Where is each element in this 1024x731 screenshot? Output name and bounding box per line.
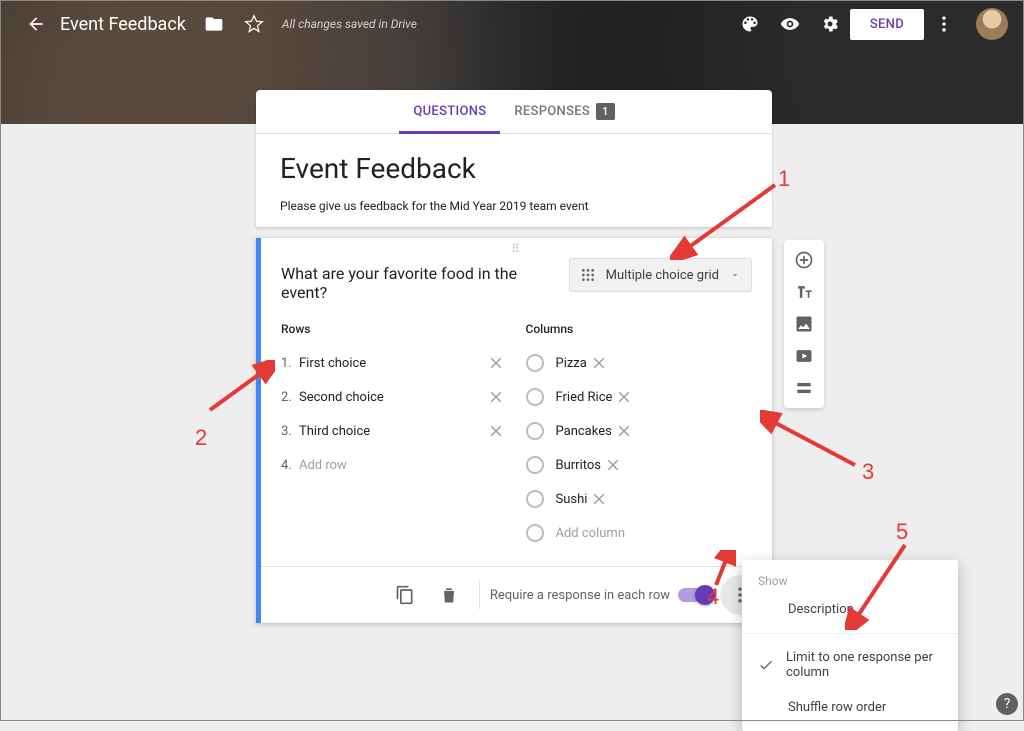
menu-item-shuffle[interactable]: Shuffle row order	[742, 690, 958, 725]
radio-icon	[526, 490, 544, 508]
folder-icon[interactable]	[194, 4, 234, 44]
responses-count-badge: 1	[596, 103, 615, 120]
save-status: All changes saved in Drive	[282, 17, 417, 31]
column-item[interactable]: Burritos	[526, 448, 753, 482]
toolbar: Event Feedback All changes saved in Driv…	[0, 0, 1024, 48]
radio-icon	[526, 388, 544, 406]
question-text-input[interactable]: What are your favorite food in the event…	[281, 258, 555, 308]
add-title-button[interactable]	[786, 276, 822, 308]
form-title[interactable]: Event Feedback	[280, 152, 748, 185]
add-row[interactable]: 4. Add row	[281, 448, 508, 482]
annotation-number-4: 4	[707, 584, 719, 610]
remove-column-icon[interactable]	[587, 487, 611, 511]
column-item[interactable]: Fried Rice	[526, 380, 753, 414]
check-icon	[758, 657, 774, 673]
menu-group-label: Show	[742, 568, 958, 592]
add-video-button[interactable]	[786, 340, 822, 372]
star-icon[interactable]	[234, 4, 274, 44]
question-type-dropdown[interactable]: Multiple choice grid	[569, 258, 752, 292]
annotation-number-2: 2	[195, 425, 207, 451]
radio-icon	[526, 456, 544, 474]
app-title: Event Feedback	[60, 14, 186, 35]
remove-column-icon[interactable]	[612, 419, 636, 443]
annotation-arrow-3	[760, 410, 860, 470]
annotation-number-5: 5	[896, 519, 908, 545]
tab-responses-label: RESPONSES	[514, 104, 590, 119]
form-description[interactable]: Please give us feedback for the Mid Year…	[280, 199, 748, 213]
tabs: QUESTIONS RESPONSES 1	[256, 90, 772, 134]
duplicate-button[interactable]	[385, 575, 425, 615]
help-button[interactable]: ?	[996, 693, 1018, 715]
row-label[interactable]: First choice	[299, 356, 484, 371]
form-card: QUESTIONS RESPONSES 1 Event Feedback Ple…	[256, 90, 772, 227]
column-item[interactable]: Sushi	[526, 482, 753, 516]
add-question-button[interactable]	[786, 244, 822, 276]
preview-icon[interactable]	[770, 4, 810, 44]
remove-column-icon[interactable]	[587, 351, 611, 375]
question-footer: Require a response in each row	[261, 566, 772, 623]
add-section-button[interactable]	[786, 372, 822, 404]
tab-questions[interactable]: QUESTIONS	[399, 90, 500, 133]
menu-divider	[742, 633, 958, 634]
back-button[interactable]	[16, 4, 56, 44]
add-row-label[interactable]: Add row	[299, 458, 508, 473]
side-toolbar	[784, 240, 824, 408]
question-card: ⠿ What are your favorite food in the eve…	[256, 238, 772, 623]
send-button[interactable]: SEND	[850, 9, 924, 40]
radio-icon	[526, 354, 544, 372]
settings-icon[interactable]	[810, 4, 850, 44]
remove-row-icon[interactable]	[484, 419, 508, 443]
remove-row-icon[interactable]	[484, 385, 508, 409]
annotation-number-3: 3	[862, 459, 874, 485]
divider	[479, 581, 480, 609]
add-image-button[interactable]	[786, 308, 822, 340]
delete-button[interactable]	[429, 575, 469, 615]
column-label[interactable]: Fried Rice	[556, 390, 613, 405]
menu-item-description[interactable]: Description	[742, 592, 958, 627]
add-column-label[interactable]: Add column	[556, 526, 626, 541]
column-item[interactable]: Pancakes	[526, 414, 753, 448]
row-item[interactable]: 2. Second choice	[281, 380, 508, 414]
drag-handle-icon[interactable]: ⠿	[511, 242, 522, 256]
radio-icon	[526, 524, 544, 542]
column-label[interactable]: Sushi	[556, 492, 588, 507]
add-column[interactable]: Add column	[526, 516, 753, 550]
question-more-menu: Show Description Limit to one response p…	[742, 560, 958, 731]
rows-column: Rows 1. First choice 2. Second choice 3.…	[281, 322, 508, 550]
row-label[interactable]: Third choice	[299, 424, 484, 439]
require-label: Require a response in each row	[490, 588, 670, 603]
radio-icon	[526, 422, 544, 440]
row-item[interactable]: 3. Third choice	[281, 414, 508, 448]
columns-column: Columns Pizza Fried Rice Pancakes Burrit…	[526, 322, 753, 550]
annotation-number-1: 1	[778, 166, 790, 192]
remove-column-icon[interactable]	[601, 453, 625, 477]
avatar[interactable]	[976, 8, 1008, 40]
column-item[interactable]: Pizza	[526, 346, 753, 380]
rows-header: Rows	[281, 322, 508, 336]
palette-icon[interactable]	[730, 4, 770, 44]
column-label[interactable]: Burritos	[556, 458, 602, 473]
more-icon[interactable]	[924, 4, 964, 44]
column-label[interactable]: Pancakes	[556, 424, 612, 439]
menu-item-limit[interactable]: Limit to one response per column	[742, 640, 958, 690]
question-type-label: Multiple choice grid	[606, 268, 719, 283]
remove-row-icon[interactable]	[484, 351, 508, 375]
column-label[interactable]: Pizza	[556, 356, 587, 371]
row-item[interactable]: 1. First choice	[281, 346, 508, 380]
remove-column-icon[interactable]	[612, 385, 636, 409]
columns-header: Columns	[526, 322, 753, 336]
tab-responses[interactable]: RESPONSES 1	[500, 90, 628, 133]
row-label[interactable]: Second choice	[299, 390, 484, 405]
